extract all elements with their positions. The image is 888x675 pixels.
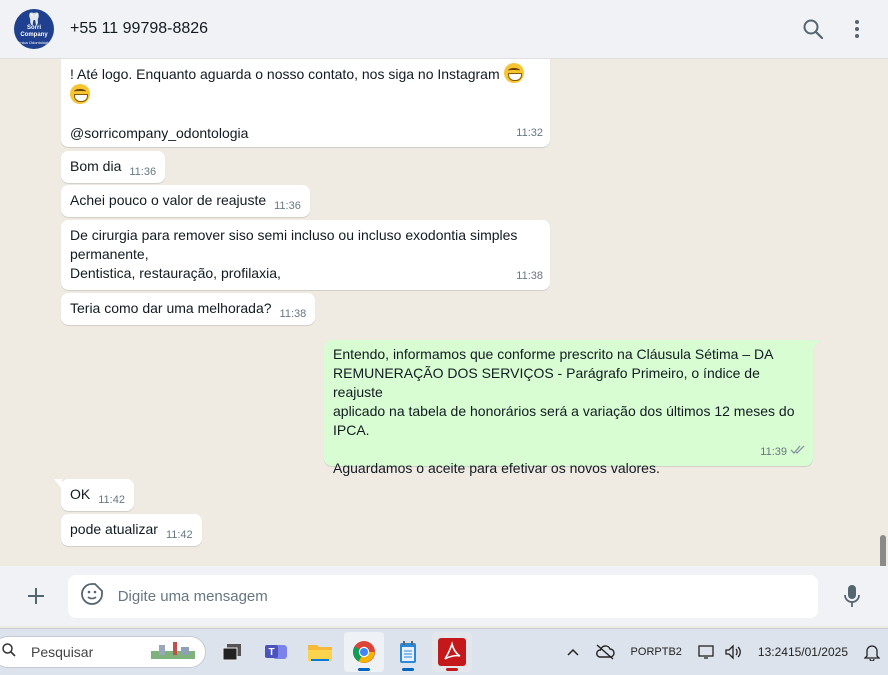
menu-dots-icon[interactable] (854, 19, 860, 39)
taskbar-search-label: Pesquisar (31, 644, 94, 660)
clock[interactable]: 13:24 15/01/2025 (750, 644, 856, 660)
clock-time: 13:24 (757, 645, 788, 659)
instagram-handle[interactable]: @sorricompany_odontologia (70, 124, 541, 143)
message-outgoing[interactable]: Entendo, informamos que conforme prescri… (324, 340, 820, 476)
volume-icon[interactable] (724, 644, 750, 660)
avatar-brand-name: Sorri Company (20, 24, 48, 38)
file-explorer-icon[interactable] (300, 632, 340, 672)
message-line: De cirurgia para remover siso semi inclu… (70, 227, 518, 243)
chevron-up-icon[interactable] (559, 648, 587, 656)
message-incoming[interactable]: OK 11:42 (54, 479, 134, 511)
taskbar-search[interactable]: Pesquisar (0, 636, 206, 668)
message-time: 11:39 (760, 446, 787, 458)
bubble-tail (54, 479, 62, 489)
search-icon[interactable] (802, 18, 824, 40)
message-line: Entendo, informamos que conforme prescri… (333, 346, 774, 362)
message-time: 11:36 (274, 200, 301, 212)
contact-name[interactable]: +55 11 99798-8826 (70, 20, 208, 38)
message-incoming[interactable]: Teria como dar uma melhorada? 11:38 (61, 293, 316, 325)
active-indicator (358, 668, 370, 671)
composer-bar (0, 566, 888, 626)
clock-date: 15/01/2025 (787, 645, 848, 659)
message-incoming[interactable]: ! Até logo. Enquanto aguarda o nosso con… (61, 59, 550, 147)
mic-icon[interactable] (832, 576, 872, 616)
plus-icon[interactable] (16, 576, 56, 616)
bubble-tail (812, 340, 820, 350)
message-list[interactable]: ! Até logo. Enquanto aguarda o nosso con… (0, 59, 888, 566)
message-line: Dentistica, restauração, profilaxia, (70, 265, 281, 281)
language-code: POR (630, 645, 655, 658)
grinning-emoji-icon (70, 84, 90, 104)
message-input[interactable] (117, 587, 718, 605)
search-icon (1, 642, 17, 663)
chrome-icon[interactable] (344, 632, 384, 672)
message-meta: 11:39 (760, 443, 806, 462)
display-icon[interactable] (690, 644, 724, 660)
message-line: permanente, (70, 246, 149, 262)
cloud-offline-icon[interactable] (587, 644, 623, 660)
message-text: OK (70, 486, 91, 502)
task-view-icon[interactable] (212, 632, 252, 672)
message-text: ! Até logo. Enquanto aguarda o nosso con… (70, 63, 541, 84)
message-incoming[interactable]: pode atualizar 11:42 (61, 514, 202, 546)
search-highlight-icon (149, 641, 197, 663)
message-time: 11:36 (129, 166, 157, 178)
keyboard-layout: PTB2 (654, 645, 682, 658)
message-line: REMUNERAÇÃO DOS SERVIÇOS - Parágrafo Pri… (333, 365, 760, 400)
message-incoming[interactable]: Achei pouco o valor de reajuste 11:36 (61, 185, 310, 217)
chat-scrollbar[interactable] (880, 535, 886, 566)
notepad-icon[interactable] (388, 632, 428, 672)
message-time: 11:42 (165, 529, 193, 541)
message-text: Teria como dar uma melhorada? (70, 300, 272, 316)
chat-header: 🦷 Sorri Company Clínica Odontológica +55… (0, 0, 888, 59)
sticker-icon[interactable] (80, 582, 104, 611)
message-text: Bom dia (70, 158, 122, 174)
emoji-line (70, 84, 541, 105)
message-time: 11:32 (516, 127, 543, 139)
os-taskbar: Pesquisar T POR PTB2 13:24 15/01/2025 (0, 628, 888, 675)
tooth-logo-icon: 🦷 (26, 11, 42, 26)
double-check-icon (790, 443, 806, 462)
grinning-emoji-icon (503, 63, 524, 83)
message-line: aplicado na tabela de honorários será a … (333, 403, 795, 419)
message-text: Achei pouco o valor de reajuste (70, 192, 267, 208)
message-time: 11:42 (98, 494, 125, 506)
message-text: pode atualizar (70, 521, 158, 537)
language-indicator[interactable]: POR PTB2 (623, 645, 690, 660)
message-box (67, 574, 819, 618)
contact-avatar[interactable]: 🦷 Sorri Company Clínica Odontológica (14, 9, 54, 49)
message-incoming[interactable]: Bom dia 11:36 (61, 151, 166, 183)
svg-text:T: T (268, 647, 274, 658)
active-indicator (446, 668, 458, 671)
message-line: Aguardamos o aceite para efetivar os nov… (333, 460, 660, 476)
pdf-reader-icon[interactable] (432, 632, 472, 672)
message-time: 11:38 (516, 270, 543, 282)
message-incoming[interactable]: De cirurgia para remover siso semi inclu… (61, 220, 550, 290)
message-line: IPCA. (333, 422, 370, 438)
active-indicator (402, 668, 414, 671)
system-tray: POR PTB2 13:24 15/01/2025 (559, 629, 882, 675)
avatar-brand-tagline: Clínica Odontológica (15, 39, 53, 45)
message-time: 11:38 (279, 308, 307, 320)
bell-icon[interactable] (856, 643, 882, 661)
teams-icon[interactable]: T (256, 632, 296, 672)
